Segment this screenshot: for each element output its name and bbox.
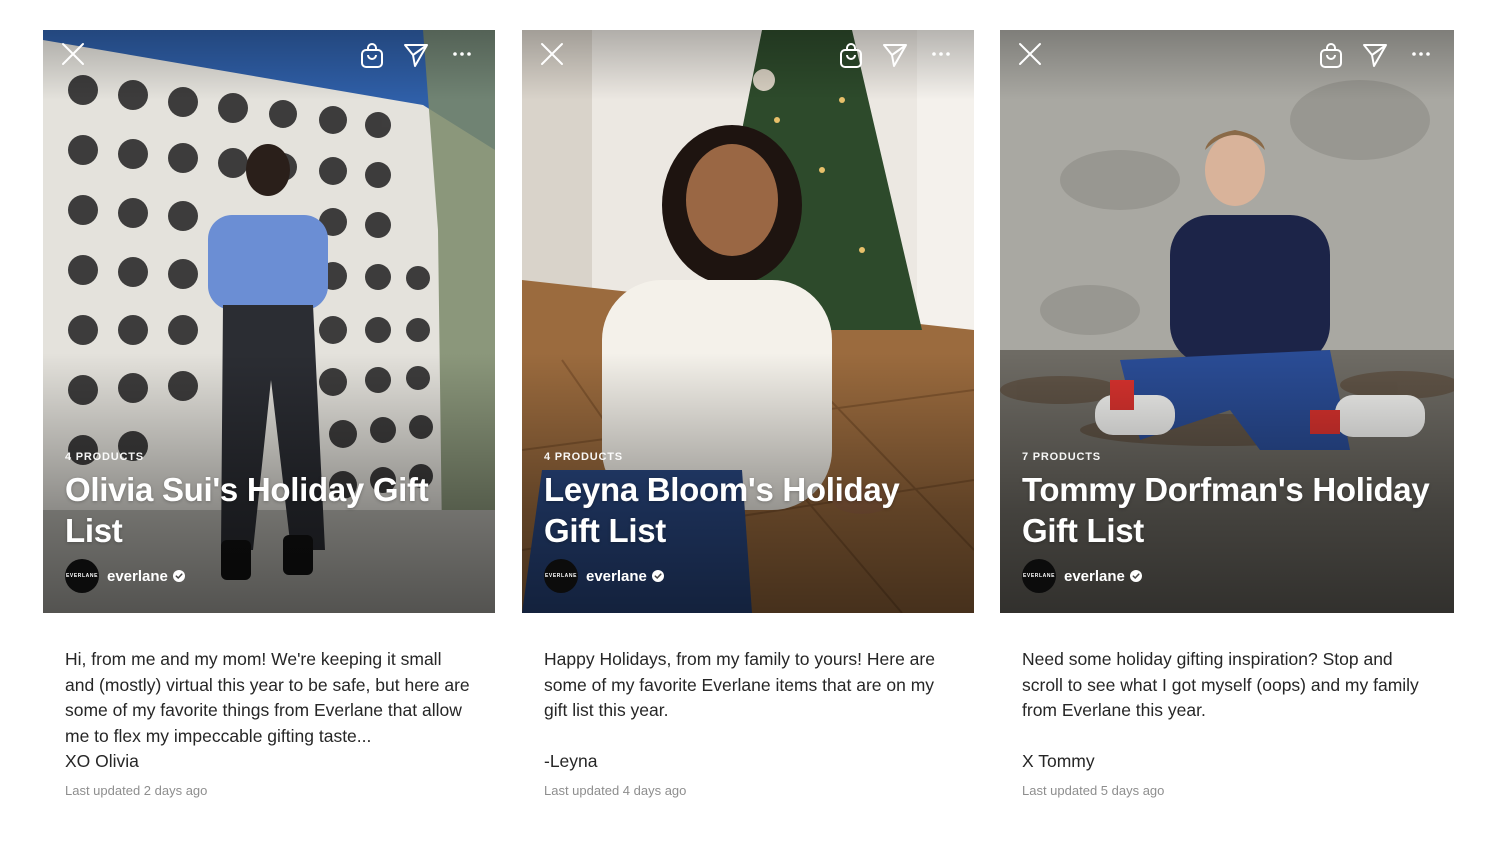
more-icon[interactable]: [930, 44, 952, 69]
guide-title[interactable]: Tommy Dorfman's Holiday Gift List: [1022, 469, 1434, 551]
product-count: 7 PRODUCTS: [1022, 451, 1101, 463]
close-icon[interactable]: [1018, 42, 1042, 71]
send-icon[interactable]: [882, 42, 908, 73]
guide-title[interactable]: Olivia Sui's Holiday Gift List: [65, 469, 475, 551]
last-updated: Last updated 5 days ago: [1022, 782, 1165, 798]
product-count: 4 PRODUCTS: [544, 451, 623, 463]
last-updated: Last updated 4 days ago: [544, 782, 687, 798]
shopping-bag-icon[interactable]: [1318, 42, 1344, 75]
last-updated: Last updated 2 days ago: [65, 782, 208, 798]
more-icon[interactable]: [1410, 44, 1432, 69]
author-row[interactable]: EVERLANE everlane: [1022, 559, 1434, 593]
avatar[interactable]: EVERLANE: [1022, 559, 1056, 593]
verified-badge-icon: [651, 570, 664, 582]
product-count: 4 PRODUCTS: [65, 451, 144, 463]
author-handle[interactable]: everlane: [1064, 568, 1125, 585]
guide-description: Happy Holidays, from my family to yours!…: [544, 649, 935, 771]
author-handle[interactable]: everlane: [586, 568, 647, 585]
close-icon[interactable]: [61, 42, 85, 71]
send-icon[interactable]: [403, 42, 429, 73]
verified-badge-icon: [1129, 570, 1142, 582]
shopping-bag-icon[interactable]: [838, 42, 864, 75]
author-row[interactable]: EVERLANE everlane: [65, 559, 475, 593]
cover-overlay: 7 PRODUCTS Tommy Dorfman's Holiday Gift …: [1022, 451, 1434, 593]
guide-description: Hi, from me and my mom! We're keeping it…: [65, 649, 470, 771]
close-icon[interactable]: [540, 42, 564, 71]
guide-description: Need some holiday gifting inspiration? S…: [1022, 649, 1419, 771]
guide-cover[interactable]: 4 PRODUCTS Leyna Bloom's Holiday Gift Li…: [522, 30, 974, 613]
shopping-bag-icon[interactable]: [359, 42, 385, 75]
guide-card[interactable]: 4 PRODUCTS Olivia Sui's Holiday Gift Lis…: [43, 30, 495, 798]
guide-title[interactable]: Leyna Bloom's Holiday Gift List: [544, 469, 954, 551]
send-icon[interactable]: [1362, 42, 1388, 73]
guide-card[interactable]: 7 PRODUCTS Tommy Dorfman's Holiday Gift …: [1000, 30, 1454, 798]
avatar[interactable]: EVERLANE: [65, 559, 99, 593]
more-icon[interactable]: [451, 44, 473, 69]
author-handle[interactable]: everlane: [107, 568, 168, 585]
avatar[interactable]: EVERLANE: [544, 559, 578, 593]
cover-overlay: 4 PRODUCTS Leyna Bloom's Holiday Gift Li…: [544, 451, 954, 593]
guide-cover[interactable]: 7 PRODUCTS Tommy Dorfman's Holiday Gift …: [1000, 30, 1454, 613]
cover-overlay: 4 PRODUCTS Olivia Sui's Holiday Gift Lis…: [65, 451, 475, 593]
guide-card[interactable]: 4 PRODUCTS Leyna Bloom's Holiday Gift Li…: [522, 30, 974, 798]
guide-cover[interactable]: 4 PRODUCTS Olivia Sui's Holiday Gift Lis…: [43, 30, 495, 613]
author-row[interactable]: EVERLANE everlane: [544, 559, 954, 593]
verified-badge-icon: [172, 570, 185, 582]
